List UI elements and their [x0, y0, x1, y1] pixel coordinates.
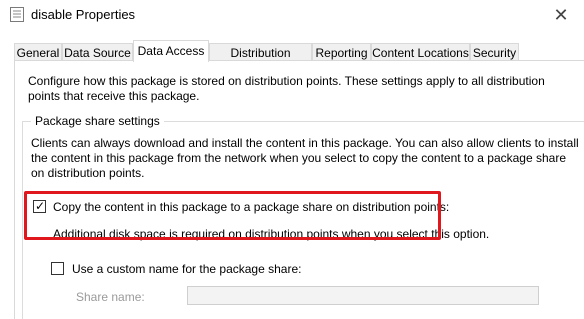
- close-icon[interactable]: ✕: [538, 0, 584, 30]
- custom-share-name-label[interactable]: Use a custom name for the package share:: [72, 262, 301, 276]
- tab-general[interactable]: General: [14, 43, 62, 61]
- page-description: Configure how this package is stored on …: [28, 74, 545, 103]
- annotation-highlight-box: [24, 191, 441, 240]
- tab-distribution-settings[interactable]: Distribution Settings: [209, 43, 312, 78]
- window-title: disable Properties: [31, 7, 136, 22]
- properties-icon: [10, 7, 24, 22]
- package-share-group-label: Package share settings: [31, 114, 164, 128]
- share-name-label: Share name:: [76, 290, 145, 304]
- custom-share-name-checkbox[interactable]: [51, 262, 64, 275]
- package-share-description: Clients can always download and install …: [31, 136, 579, 180]
- title-bar: disable Properties ✕: [0, 0, 584, 30]
- tab-reporting[interactable]: Reporting: [312, 43, 371, 61]
- share-name-input[interactable]: [187, 286, 539, 305]
- tab-security[interactable]: Security: [470, 43, 519, 61]
- tab-content-locations[interactable]: Content Locations: [371, 43, 470, 61]
- tab-data-source[interactable]: Data Source: [62, 43, 133, 61]
- group-border-left: [22, 121, 23, 319]
- tab-data-access[interactable]: Data Access: [133, 40, 209, 62]
- tab-bar: General Data Source Data Access Distribu…: [0, 40, 584, 78]
